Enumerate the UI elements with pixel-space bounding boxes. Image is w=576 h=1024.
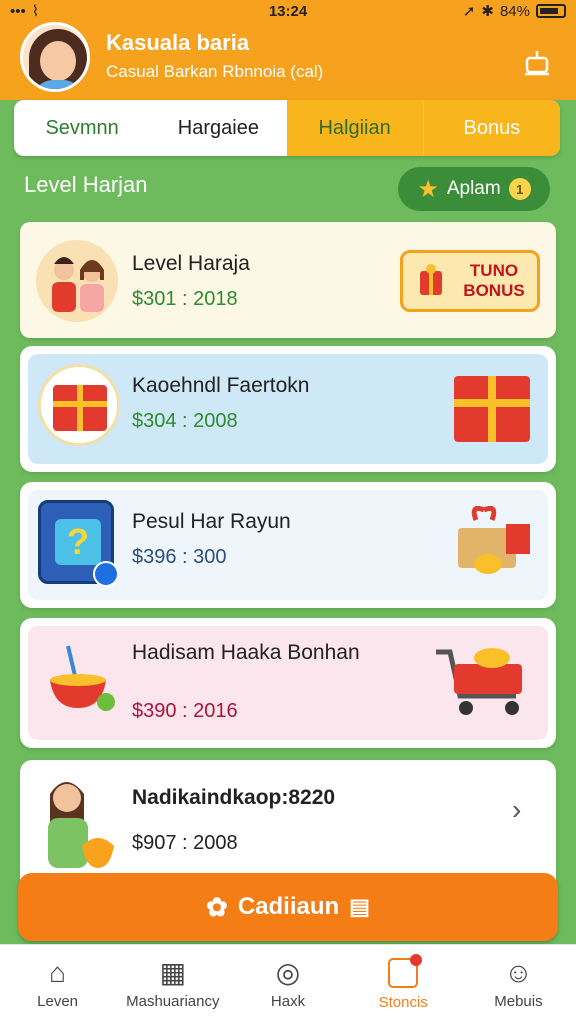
people-illustration-icon bbox=[36, 240, 118, 322]
nav-label: Haxk bbox=[270, 993, 306, 1010]
status-bar: ••• ⌇ 13:24 ➚ ✱ 84% bbox=[0, 0, 576, 22]
card-amount: $390 : 2016 bbox=[132, 700, 238, 722]
user-icon: ☺ bbox=[504, 957, 533, 988]
nav-item-mebuis[interactable]: ☺ Mebuis bbox=[461, 945, 576, 1024]
card-title: Pesul Har Rayun bbox=[132, 510, 291, 533]
mystery-box-icon: ? bbox=[38, 500, 119, 587]
coin-icon: 1 bbox=[508, 178, 531, 200]
card-amount: $301 : 2018 bbox=[132, 288, 238, 310]
bonus-tag[interactable]: TUNO BONUS bbox=[400, 250, 540, 312]
cta-button[interactable]: ✿ Cadiiaun ▤ bbox=[18, 873, 558, 941]
tab-bar: Sevmnn Hargaiee Halgiian Bonus bbox=[14, 100, 560, 156]
star-icon: ★ bbox=[417, 175, 439, 203]
nav-label: Stoncis bbox=[378, 994, 428, 1011]
home-icon: ⌂ bbox=[49, 957, 67, 988]
apply-label: Aplam bbox=[446, 178, 501, 199]
section-title: Level Harjan bbox=[24, 172, 148, 197]
page-title: Kasuala baria bbox=[106, 30, 250, 55]
card-amount: $304 : 2008 bbox=[132, 410, 238, 432]
bottom-nav: ⌂ Leven ▦ Mashuariancy ◎ Haxk Stoncis ☺ … bbox=[0, 944, 576, 1024]
nav-label: Mashuariancy bbox=[126, 993, 220, 1010]
nav-label: Leven bbox=[37, 993, 79, 1010]
bookmark-icon bbox=[388, 954, 423, 988]
gift-icon: ▤ bbox=[349, 894, 370, 919]
tab-sevmnn[interactable]: Sevmnn bbox=[14, 100, 150, 156]
list-item[interactable]: ? Pesul Har Rayun $396 : 300 bbox=[20, 482, 556, 608]
nav-item-haxk[interactable]: ◎ Haxk bbox=[230, 945, 345, 1024]
avatar[interactable] bbox=[20, 22, 90, 92]
card-amount: $907 : 2008 bbox=[132, 832, 238, 854]
list-item[interactable]: Kaoehndl Faertokn $304 : 2008 bbox=[20, 346, 556, 472]
card-title: Hadisam Haaka Bonhan bbox=[132, 641, 360, 664]
app-header: ••• ⌇ 13:24 ➚ ✱ 84% Kasuala baria Casual… bbox=[0, 0, 576, 100]
gift-box-icon bbox=[38, 364, 120, 446]
tab-halgiian[interactable]: Halgiian bbox=[286, 100, 423, 156]
cta-label: Cadiiaun bbox=[237, 893, 340, 920]
gift-bundle-icon bbox=[444, 500, 534, 580]
bell-icon[interactable] bbox=[520, 46, 554, 80]
apply-button[interactable]: ★ Aplam 1 bbox=[398, 167, 550, 211]
nav-item-leven[interactable]: ⌂ Leven bbox=[0, 945, 115, 1024]
page-subtitle: Casual Barkan Rbnnoia (cal) bbox=[106, 62, 324, 81]
battery-icon bbox=[536, 4, 566, 18]
cooking-pot-icon bbox=[46, 640, 122, 720]
card-title: Level Haraja bbox=[132, 252, 250, 275]
gift-box-icon bbox=[454, 376, 530, 442]
status-time: 13:24 bbox=[268, 2, 308, 20]
gift-bag-icon bbox=[417, 261, 445, 302]
nav-item-stoncis[interactable]: Stoncis bbox=[346, 945, 461, 1024]
tab-bonus[interactable]: Bonus bbox=[422, 100, 560, 156]
bonus-tag-label: TUNO BONUS bbox=[463, 261, 525, 300]
tab-hargaiee[interactable]: Hargaiee bbox=[150, 100, 286, 156]
compass-icon: ◎ bbox=[275, 957, 301, 988]
store-icon: ▦ bbox=[159, 957, 187, 988]
list-item[interactable]: Hadisam Haaka Bonhan $390 : 2016 bbox=[20, 618, 556, 748]
nav-label: Mebuis bbox=[494, 993, 543, 1010]
card-title: Nadikaindkaop:8220 bbox=[132, 786, 336, 809]
chevron-right-icon[interactable]: › bbox=[512, 794, 521, 826]
shopper-illustration-icon bbox=[36, 770, 126, 880]
shopping-cart-icon bbox=[432, 642, 532, 722]
mascot-icon: ✿ bbox=[206, 891, 228, 922]
card-title: Kaoehndl Faertokn bbox=[132, 374, 310, 397]
card-amount: $396 : 300 bbox=[132, 546, 227, 568]
nav-item-mashuariancy[interactable]: ▦ Mashuariancy bbox=[115, 945, 230, 1024]
